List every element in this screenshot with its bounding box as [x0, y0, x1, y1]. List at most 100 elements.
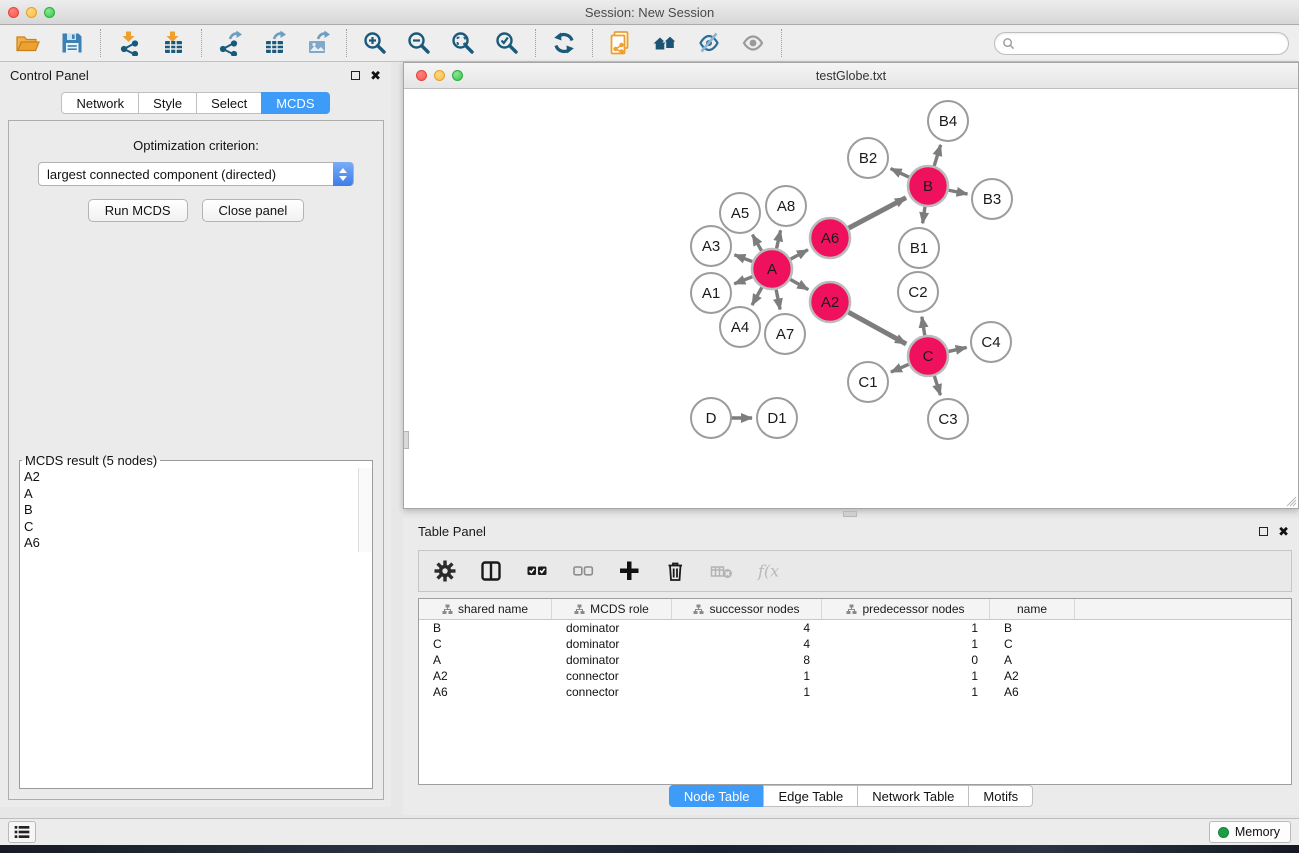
table-cell[interactable]: A2	[990, 668, 1075, 684]
tab-motifs[interactable]: Motifs	[968, 785, 1033, 807]
new-network-from-selection-icon[interactable]	[608, 30, 634, 56]
search-box[interactable]	[994, 32, 1289, 55]
graph-edge-C-C3[interactable]	[934, 375, 940, 395]
network-window-titlebar[interactable]: testGlobe.txt	[404, 63, 1298, 89]
tab-network-table[interactable]: Network Table	[857, 785, 969, 807]
graph-edge-A-A2[interactable]	[789, 279, 808, 290]
table-cell[interactable]: dominator	[552, 620, 672, 636]
graph-edge-C-C4[interactable]	[948, 347, 967, 351]
tab-mcds[interactable]: MCDS	[261, 92, 329, 114]
zoom-fit-icon[interactable]	[450, 30, 476, 56]
table-row[interactable]: Adominator80A	[419, 652, 1291, 668]
tab-style[interactable]: Style	[138, 92, 197, 114]
graph-edge-B-B4[interactable]	[934, 145, 941, 167]
open-icon[interactable]	[15, 30, 41, 56]
table-row[interactable]: Bdominator41B	[419, 620, 1291, 636]
zoom-out-icon[interactable]	[406, 30, 432, 56]
select-all-icon[interactable]	[525, 559, 549, 583]
import-network-icon[interactable]	[116, 30, 142, 56]
settings-gear-icon[interactable]	[433, 559, 457, 583]
table-cell[interactable]: B	[419, 620, 552, 636]
refresh-icon[interactable]	[551, 30, 577, 56]
delete-column-icon[interactable]	[663, 559, 687, 583]
table-cell[interactable]: 1	[822, 668, 990, 684]
table-row[interactable]: Cdominator41C	[419, 636, 1291, 652]
table-cell[interactable]: C	[990, 636, 1075, 652]
graphics-details-icon[interactable]	[696, 30, 722, 56]
first-neighbors-icon[interactable]	[652, 30, 678, 56]
float-table-panel-icon[interactable]	[1259, 527, 1268, 536]
column-header-successor-nodes[interactable]: successor nodes	[672, 599, 822, 619]
network-canvas[interactable]: B4B2BB3A5A8A6A3B1AA1C2A2A4A7C4CC1C3DD1	[404, 89, 1298, 508]
table-cell[interactable]: 1	[822, 620, 990, 636]
zoom-selected-icon[interactable]	[494, 30, 520, 56]
run-mcds-button[interactable]: Run MCDS	[88, 199, 188, 222]
table-cell[interactable]: 1	[672, 684, 822, 700]
graph-edge-B-B3[interactable]	[948, 190, 968, 194]
table-cell[interactable]: B	[990, 620, 1075, 636]
export-network-icon[interactable]	[217, 30, 243, 56]
network-graph[interactable]: B4B2BB3A5A8A6A3B1AA1C2A2A4A7C4CC1C3DD1	[404, 89, 1298, 508]
table-cell[interactable]: 1	[822, 636, 990, 652]
table-row[interactable]: A6connector11A6	[419, 684, 1291, 700]
memory-button[interactable]: Memory	[1209, 821, 1291, 843]
table-cell[interactable]: A2	[419, 668, 552, 684]
tab-select[interactable]: Select	[196, 92, 262, 114]
column-header-shared-name[interactable]: shared name	[419, 599, 552, 619]
mcds-result-item[interactable]: A	[24, 486, 358, 503]
column-header-predecessor-nodes[interactable]: predecessor nodes	[822, 599, 990, 619]
table-cell[interactable]: 0	[822, 652, 990, 668]
table-cell[interactable]: 4	[672, 636, 822, 652]
graph-edge-A-A1[interactable]	[734, 276, 753, 284]
graph-edge-A-A6[interactable]	[790, 250, 808, 260]
tab-network[interactable]: Network	[61, 92, 139, 114]
mcds-result-item[interactable]: C	[24, 519, 358, 536]
table-cell[interactable]: dominator	[552, 652, 672, 668]
deselect-all-icon[interactable]	[571, 559, 595, 583]
graph-edge-A6-B[interactable]	[848, 198, 906, 229]
graph-edge-A-A4[interactable]	[752, 287, 762, 306]
graph-edge-B-B1[interactable]	[923, 206, 926, 223]
save-icon[interactable]	[59, 30, 85, 56]
splitter-handle[interactable]	[843, 511, 857, 517]
panel-collapse-handle[interactable]	[404, 431, 409, 449]
mcds-result-item[interactable]: A6	[24, 535, 358, 552]
import-table-icon[interactable]	[160, 30, 186, 56]
tab-edge-table[interactable]: Edge Table	[763, 785, 858, 807]
graph-edge-A-A7[interactable]	[776, 289, 780, 310]
float-panel-icon[interactable]	[351, 71, 360, 80]
task-history-button[interactable]	[8, 821, 36, 843]
criterion-select[interactable]: largest connected component (directed)	[38, 162, 354, 186]
show-hide-graphics-icon[interactable]	[740, 30, 766, 56]
table-cell[interactable]: 4	[672, 620, 822, 636]
graph-edge-A2-C[interactable]	[848, 312, 907, 344]
result-list-scrollbar[interactable]	[358, 468, 372, 552]
table-cell[interactable]: A6	[990, 684, 1075, 700]
mcds-result-item[interactable]: B	[24, 502, 358, 519]
zoom-in-icon[interactable]	[362, 30, 388, 56]
add-column-icon[interactable]	[617, 559, 641, 583]
table-cell[interactable]: A	[419, 652, 552, 668]
tab-node-table[interactable]: Node Table	[669, 785, 765, 807]
table-cell[interactable]: A6	[419, 684, 552, 700]
window-resize-grip[interactable]	[1285, 495, 1297, 507]
table-cell[interactable]: A	[990, 652, 1075, 668]
search-input[interactable]	[1015, 34, 1288, 53]
close-panel-button[interactable]: Close panel	[202, 199, 305, 222]
table-cell[interactable]: dominator	[552, 636, 672, 652]
column-header-name[interactable]: name	[990, 599, 1075, 619]
graph-edge-B-B2[interactable]	[891, 169, 910, 178]
graph-edge-C-C1[interactable]	[891, 364, 910, 372]
table-cell[interactable]: 8	[672, 652, 822, 668]
export-image-icon[interactable]	[305, 30, 331, 56]
mcds-result-item[interactable]: A2	[24, 469, 358, 486]
graph-edge-A-A5[interactable]	[752, 235, 762, 252]
column-visibility-icon[interactable]	[479, 559, 503, 583]
table-cell[interactable]: connector	[552, 668, 672, 684]
graph-edge-A-A3[interactable]	[734, 255, 753, 262]
table-cell[interactable]: connector	[552, 684, 672, 700]
table-cell[interactable]: 1	[822, 684, 990, 700]
table-row[interactable]: A2connector11A2	[419, 668, 1291, 684]
graph-edge-C-C2[interactable]	[922, 317, 925, 337]
table-cell[interactable]: 1	[672, 668, 822, 684]
